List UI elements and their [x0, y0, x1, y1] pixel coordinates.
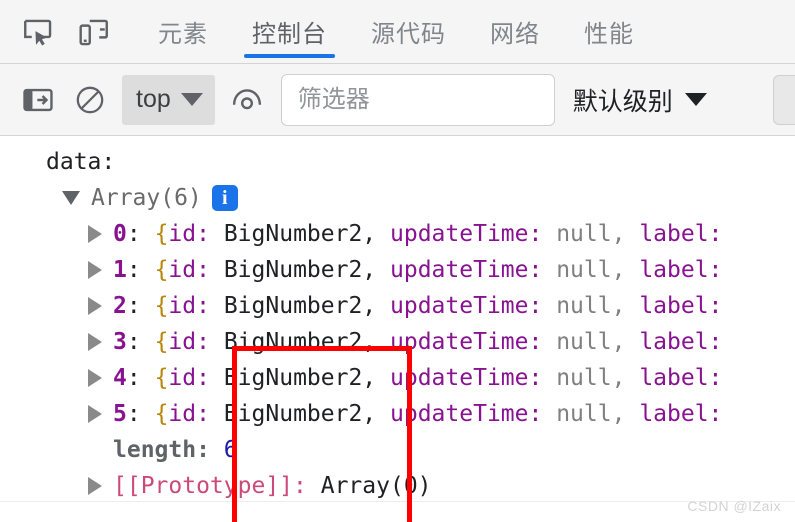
- tab-console-label: 控制台: [252, 21, 327, 48]
- entry-key-updatetime: updateTime:: [390, 365, 543, 391]
- array-entry-row[interactable]: 1: {id: BigNumber2, updateTime: null, la…: [0, 252, 795, 288]
- entry-value-updatetime: null,: [556, 257, 626, 283]
- entry-value-id: BigNumber2,: [223, 329, 377, 355]
- tab-sources[interactable]: 源代码: [349, 0, 468, 64]
- array-length-label: length:: [113, 437, 210, 463]
- open-brace: {: [154, 365, 169, 391]
- array-entry-row[interactable]: 5: {id: BigNumber2, updateTime: null, la…: [0, 396, 795, 432]
- live-expression-icon[interactable]: [221, 64, 273, 136]
- console-root-label-row: data:: [0, 144, 795, 180]
- array-length-row: length: 6: [0, 432, 795, 468]
- info-badge-icon[interactable]: i: [211, 185, 238, 211]
- console-toolbar: top 默认级别: [0, 64, 795, 136]
- entry-key-updatetime: updateTime:: [390, 293, 543, 319]
- tab-elements[interactable]: 元素: [136, 0, 230, 64]
- entry-key-updatetime: updateTime:: [390, 401, 543, 427]
- watermark-divider: [0, 501, 795, 502]
- tab-performance-label: 性能: [584, 21, 634, 48]
- show-console-sidebar-icon[interactable]: [12, 64, 64, 136]
- chevron-right-icon[interactable]: [88, 369, 102, 387]
- devtools-tabbar: 元素 控制台 源代码 网络 性能: [0, 0, 795, 64]
- devtools-tab-list: 元素 控制台 源代码 网络 性能: [136, 0, 656, 64]
- array-entry-row[interactable]: 2: {id: BigNumber2, updateTime: null, la…: [0, 288, 795, 324]
- entry-value-updatetime: null,: [556, 365, 626, 391]
- entry-key-label: label:: [639, 221, 723, 247]
- entry-key-label: label:: [639, 401, 723, 427]
- open-brace: {: [154, 293, 169, 319]
- entry-index: 3: [113, 329, 127, 355]
- chevron-right-icon[interactable]: [88, 225, 102, 243]
- chevron-right-icon[interactable]: [88, 333, 102, 351]
- array-entry-row[interactable]: 4: {id: BigNumber2, updateTime: null, la…: [0, 360, 795, 396]
- entry-value-updatetime: null,: [556, 221, 626, 247]
- open-brace: {: [154, 329, 169, 355]
- entry-index: 4: [113, 365, 127, 391]
- tab-console[interactable]: 控制台: [230, 0, 349, 64]
- open-brace: {: [154, 221, 169, 247]
- chevron-right-icon[interactable]: [88, 261, 102, 279]
- entry-key-label: label:: [639, 293, 723, 319]
- array-entry-row[interactable]: 0: {id: BigNumber2, updateTime: null, la…: [0, 216, 795, 252]
- entry-key-updatetime: updateTime:: [390, 329, 543, 355]
- open-brace: {: [154, 401, 169, 427]
- array-summary-label: Array(6): [91, 185, 202, 211]
- entry-key-label: label:: [639, 329, 723, 355]
- entry-key-id: id:: [168, 293, 210, 319]
- clear-console-icon[interactable]: [64, 64, 116, 136]
- execution-context-select[interactable]: top: [122, 74, 215, 125]
- entry-index: 0: [113, 221, 127, 247]
- prototype-label: [[Prototype]]:: [113, 473, 307, 499]
- open-brace: {: [154, 257, 169, 283]
- chevron-right-icon[interactable]: [88, 297, 102, 315]
- entry-key-id: id:: [168, 257, 210, 283]
- prototype-value: Array(0): [320, 473, 432, 499]
- watermark: CSDN @IZaix: [687, 498, 781, 514]
- entry-key-updatetime: updateTime:: [390, 221, 543, 247]
- chevron-down-icon: [180, 93, 203, 106]
- entry-value-id: BigNumber2,: [223, 293, 377, 319]
- entry-value-id: BigNumber2,: [223, 401, 377, 427]
- log-level-select[interactable]: 默认级别: [573, 82, 707, 118]
- entry-key-id: id:: [168, 401, 210, 427]
- tab-network-label: 网络: [490, 21, 540, 48]
- log-level-value: 默认级别: [572, 87, 673, 116]
- entry-key-id: id:: [168, 365, 210, 391]
- tab-sources-label: 源代码: [371, 21, 446, 48]
- entry-value-updatetime: null,: [556, 401, 626, 427]
- entry-value-id: BigNumber2,: [223, 221, 377, 247]
- entry-key-label: label:: [639, 257, 723, 283]
- execution-context-value: top: [136, 85, 171, 113]
- chevron-down-icon[interactable]: [62, 191, 80, 205]
- chevron-down-icon: [684, 93, 707, 106]
- entry-value-id: BigNumber2,: [223, 365, 377, 391]
- entry-index: 5: [113, 401, 127, 427]
- entry-index: 1: [113, 257, 127, 283]
- array-length-value: 6: [223, 437, 238, 463]
- array-entry-row[interactable]: 3: {id: BigNumber2, updateTime: null, la…: [0, 324, 795, 360]
- console-filter-input[interactable]: [295, 84, 540, 115]
- console-output: data: Array(6) i 0: {id: BigNumber2, upd…: [0, 136, 795, 522]
- entry-key-id: id:: [168, 221, 210, 247]
- tab-network[interactable]: 网络: [468, 0, 562, 64]
- entry-key-updatetime: updateTime:: [390, 257, 543, 283]
- entry-value-updatetime: null,: [556, 329, 626, 355]
- entry-key-id: id:: [168, 329, 210, 355]
- entry-index: 2: [113, 293, 127, 319]
- console-root-label: data:: [46, 149, 116, 175]
- console-filter-box[interactable]: [280, 73, 555, 126]
- prototype-row[interactable]: [[Prototype]]: Array(0): [0, 468, 795, 504]
- tab-elements-label: 元素: [158, 21, 208, 48]
- entry-value-updatetime: null,: [556, 293, 626, 319]
- tab-performance[interactable]: 性能: [562, 0, 656, 64]
- array-summary-row[interactable]: Array(6) i: [0, 180, 795, 216]
- entry-key-label: label:: [639, 365, 723, 391]
- entry-value-id: BigNumber2,: [223, 257, 377, 283]
- devtools-window: 元素 控制台 源代码 网络 性能 top 筛选器 默认级别 data: Arra…: [0, 0, 795, 522]
- chevron-right-icon[interactable]: [88, 405, 102, 423]
- toolbar-overflow-button[interactable]: [773, 75, 795, 125]
- inspect-element-icon[interactable]: [10, 0, 66, 64]
- device-toolbar-icon[interactable]: [66, 0, 122, 64]
- chevron-right-icon[interactable]: [88, 477, 102, 495]
